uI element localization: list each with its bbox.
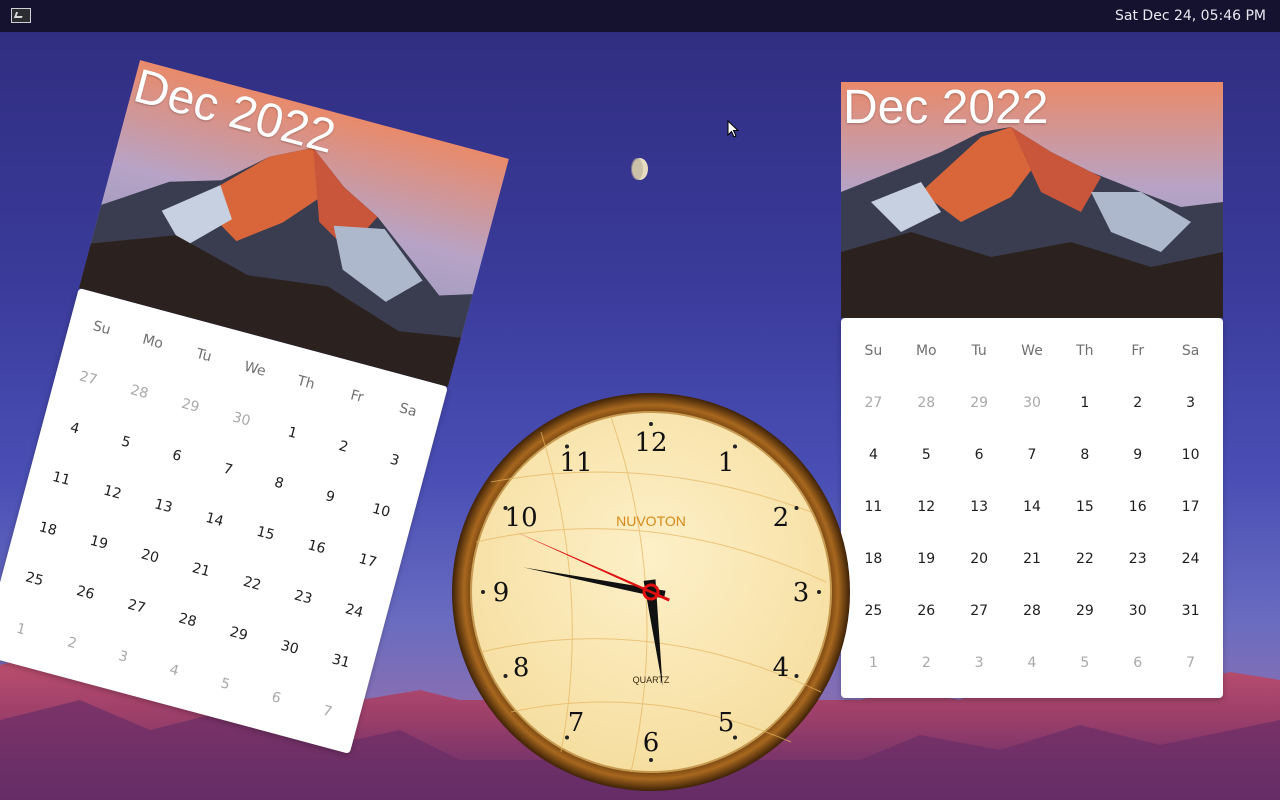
calendar-day[interactable]: 20 <box>953 546 1006 598</box>
weekday-header: We <box>1021 343 1043 359</box>
clock-numeral: 7 <box>568 708 585 738</box>
calendar-day[interactable]: 14 <box>1006 494 1059 546</box>
clock-numeral: 5 <box>718 708 735 738</box>
moon-icon <box>631 158 648 180</box>
clock-numeral: 10 <box>505 503 538 533</box>
calendar-day[interactable]: 29 <box>1058 598 1111 650</box>
clock-numeral: 12 <box>634 428 667 458</box>
clock-tick <box>649 422 653 426</box>
calendar-grid: Su Mo Tu We Th Fr Sa 27 28 29 30 1 2 3 4 5 6 7 8 9 10 11 12 13 1… <box>847 338 1217 702</box>
clock-numeral: 2 <box>773 503 790 533</box>
calendar-day[interactable]: 2 <box>1111 390 1164 442</box>
calendar-day[interactable]: 24 <box>1164 546 1217 598</box>
mouse-pointer-icon <box>727 120 739 138</box>
clock-numeral: 9 <box>493 578 510 608</box>
calendar-day[interactable]: 29 <box>953 390 1006 442</box>
calendar-widget[interactable]: Dec 2022 Su Mo Tu We Th Fr Sa 27 28 29 30 1 2 3 4 5 6 7 8 9… <box>841 82 1223 698</box>
clock-tick <box>817 590 821 594</box>
clock-tick <box>649 758 653 762</box>
calendar-title: Dec 2022 <box>843 82 1049 134</box>
calendar-day[interactable]: 12 <box>900 494 953 546</box>
calendar-day[interactable]: 3 <box>1164 390 1217 442</box>
calendar-grid-panel: Su Mo Tu We Th Fr Sa 27 28 29 30 1 2 3 4 5 6 7 8 9 10 11 12 13 1… <box>841 318 1223 698</box>
calendar-day[interactable]: 26 <box>900 598 953 650</box>
calendar-day[interactable]: 5 <box>1058 650 1111 702</box>
calendar-day[interactable]: 4 <box>847 442 900 494</box>
clock-tick <box>503 674 508 678</box>
weekday-header: Mo <box>915 343 937 359</box>
weekday-header: Su <box>864 343 883 359</box>
calendar-day[interactable]: 1 <box>1058 390 1111 442</box>
calendar-day[interactable]: 13 <box>953 494 1006 546</box>
calendar-day[interactable]: 19 <box>900 546 953 598</box>
calendar-day[interactable]: 31 <box>1164 598 1217 650</box>
clock-label: QUARTZ <box>633 675 670 685</box>
clock-numeral: 4 <box>773 653 790 683</box>
clock-numeral: 11 <box>559 448 592 478</box>
calendar-day[interactable]: 7 <box>1164 650 1217 702</box>
analog-clock-widget[interactable]: 121234567891011 NUVOTON QUARTZ <box>451 392 851 792</box>
calendar-day[interactable]: 6 <box>1111 650 1164 702</box>
clock-numeral: 1 <box>718 448 735 478</box>
clock-numeral: 8 <box>513 653 530 683</box>
calendar-day[interactable]: 16 <box>1111 494 1164 546</box>
calendar-day[interactable]: 3 <box>953 650 1006 702</box>
clock-tick <box>794 674 799 678</box>
calendar-day[interactable]: 27 <box>847 390 900 442</box>
calendar-day[interactable]: 28 <box>900 390 953 442</box>
top-panel: Sat Dec 24, 05:46 PM <box>0 0 1280 32</box>
calendar-day[interactable]: 9 <box>1111 442 1164 494</box>
calendar-day[interactable]: 25 <box>847 598 900 650</box>
calendar-day[interactable]: 5 <box>900 442 953 494</box>
calendar-day[interactable]: 30 <box>1006 390 1059 442</box>
calendar-day[interactable]: 23 <box>1111 546 1164 598</box>
calendar-day[interactable]: 11 <box>847 494 900 546</box>
calendar-day[interactable]: 15 <box>1058 494 1111 546</box>
calendar-photo: Dec 2022 <box>841 82 1223 318</box>
calendar-day[interactable]: 4 <box>1006 650 1059 702</box>
calendar-day[interactable]: 6 <box>953 442 1006 494</box>
clock-numeral: 3 <box>793 578 810 608</box>
calendar-day[interactable]: 2 <box>900 650 953 702</box>
calendar-day[interactable]: 17 <box>1164 494 1217 546</box>
weekday-header: Tu <box>971 343 987 359</box>
weekday-header: Sa <box>1181 343 1200 359</box>
calendar-day[interactable]: 8 <box>1058 442 1111 494</box>
calendar-day[interactable]: 22 <box>1058 546 1111 598</box>
weekday-header: Th <box>1076 343 1094 359</box>
calendar-day[interactable]: 21 <box>1006 546 1059 598</box>
calendar-day[interactable]: 7 <box>1006 442 1059 494</box>
terminal-icon[interactable] <box>11 8 31 23</box>
calendar-day[interactable]: 30 <box>1111 598 1164 650</box>
clock-brand: NUVOTON <box>616 513 686 529</box>
calendar-day[interactable]: 28 <box>1006 598 1059 650</box>
calendar-day[interactable]: 18 <box>847 546 900 598</box>
calendar-day[interactable]: 1 <box>847 650 900 702</box>
calendar-day[interactable]: 10 <box>1164 442 1217 494</box>
calendar-day[interactable]: 27 <box>953 598 1006 650</box>
panel-clock[interactable]: Sat Dec 24, 05:46 PM <box>1115 8 1266 24</box>
weekday-header: Fr <box>1131 343 1145 359</box>
clock-tick <box>794 506 799 510</box>
clock-numeral: 6 <box>643 728 660 758</box>
clock-tick <box>481 590 485 594</box>
